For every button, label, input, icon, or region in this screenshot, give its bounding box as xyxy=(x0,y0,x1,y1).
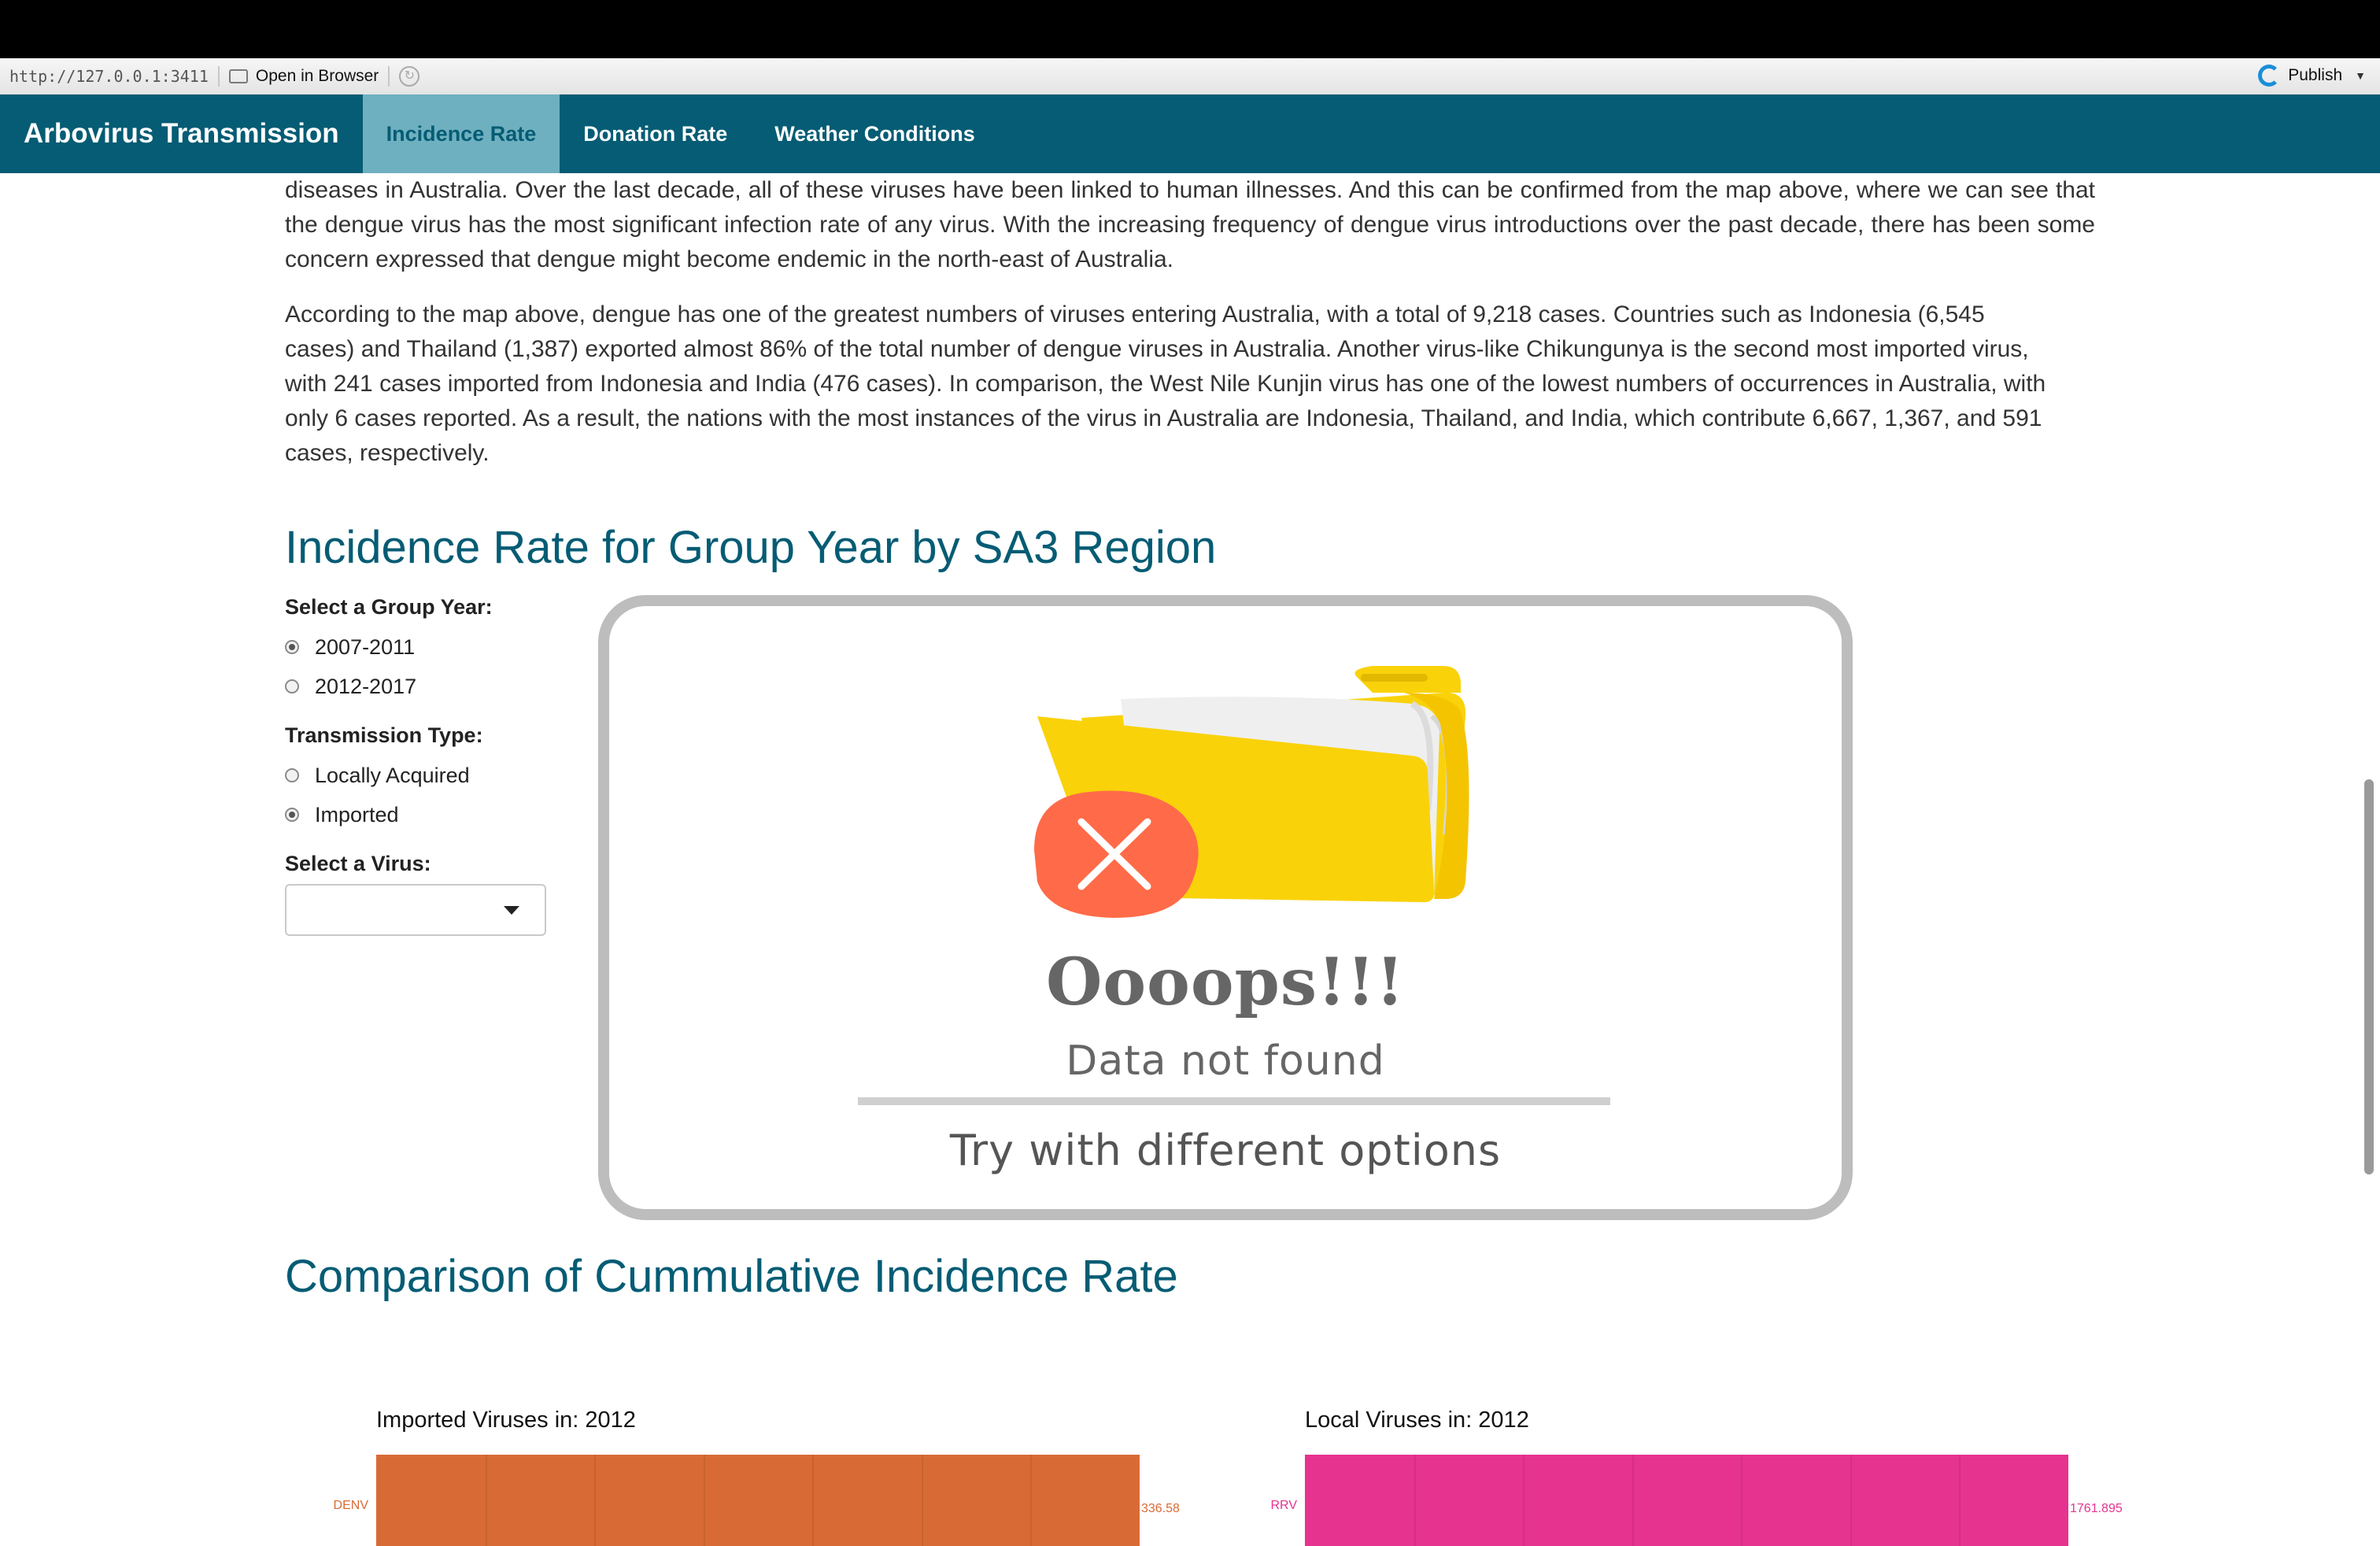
radio-selected-icon xyxy=(285,808,299,822)
radio-unselected-icon xyxy=(285,768,299,782)
radio-transmission-locally-acquired[interactable]: Locally Acquired xyxy=(285,756,552,795)
intro-paragraph-2: According to the map above, dengue has o… xyxy=(285,301,2046,466)
radio-label: 2007-2011 xyxy=(315,634,416,659)
gridline xyxy=(1632,1455,1634,1546)
value-label: 336.58 xyxy=(1141,1502,1180,1515)
publish-label: Publish xyxy=(2288,66,2343,84)
chevron-down-icon: ▼ xyxy=(2355,69,2366,82)
category-label: RRV xyxy=(1270,1499,1298,1512)
missing-folder-illustration xyxy=(1034,666,1469,918)
radio-label: 2012-2017 xyxy=(315,674,417,698)
gridline xyxy=(594,1455,597,1546)
tab-incidence-rate[interactable]: Incidence Rate xyxy=(362,94,560,173)
open-in-browser-label: Open in Browser xyxy=(255,67,379,85)
radio-label: Imported xyxy=(315,802,399,827)
viewer-toolbar: http://127.0.0.1:3411 Open in Browser ↻ … xyxy=(0,58,2380,95)
gridline xyxy=(1414,1455,1416,1546)
virus-select-label: Select a Virus: xyxy=(285,852,431,875)
gridline xyxy=(921,1455,923,1546)
caret-down-icon xyxy=(504,906,519,915)
gridline xyxy=(1850,1455,1852,1546)
data-not-found-card: Oooops!!! Data not found Try with differ… xyxy=(598,595,1853,1220)
intro-paragraph-1: diseases in Australia. Over the last dec… xyxy=(285,177,2095,272)
tab-donation-rate[interactable]: Donation Rate xyxy=(560,94,751,173)
oops-divider xyxy=(858,1097,1610,1105)
section-title-incidence: Incidence Rate for Group Year by SA3 Reg… xyxy=(285,522,1217,573)
section-title-comparison: Comparison of Cummulative Incidence Rate xyxy=(285,1251,1178,1302)
gridline xyxy=(1959,1455,1961,1546)
gridline xyxy=(703,1455,705,1546)
chart-local-viruses: RRV 1761.895 xyxy=(1271,1455,2123,1546)
gridline xyxy=(812,1455,815,1546)
transmission-type-label: Transmission Type: xyxy=(285,723,483,747)
page-scrollbar[interactable] xyxy=(2364,779,2374,1174)
bar-rrv xyxy=(1305,1455,2068,1546)
chart-title-local: Local Viruses in: 2012 xyxy=(1305,1407,1529,1433)
value-label: 1761.895 xyxy=(2070,1502,2123,1515)
virus-select[interactable] xyxy=(285,884,546,936)
gridline xyxy=(1523,1455,1525,1546)
chart-imported-viruses: DENV 336.58 xyxy=(334,1455,1180,1546)
oops-title: Oooops!!! xyxy=(1046,945,1405,1020)
gridline xyxy=(1741,1455,1743,1546)
gridline xyxy=(485,1455,487,1546)
refresh-icon[interactable]: ↻ xyxy=(399,66,420,87)
category-label: DENV xyxy=(333,1499,368,1512)
controls-sidebar: Select a Group Year: 2007-2011 2012-2017… xyxy=(285,595,552,936)
radio-transmission-imported[interactable]: Imported xyxy=(285,795,552,834)
radio-unselected-icon xyxy=(285,679,299,693)
toolbar-divider xyxy=(388,66,390,87)
bar-denv xyxy=(376,1455,1140,1546)
gridline xyxy=(1030,1455,1033,1546)
oops-subtitle: Data not found xyxy=(1066,1037,1385,1085)
folder-tab-handle xyxy=(1361,674,1428,682)
open-window-icon xyxy=(228,69,248,83)
chart-title-imported: Imported Viruses in: 2012 xyxy=(376,1407,636,1433)
intro-text: diseases in Australia. Over the last dec… xyxy=(285,173,2095,471)
radio-group-year-2012-2017[interactable]: 2012-2017 xyxy=(285,667,552,706)
viewer-url: http://127.0.0.1:3411 xyxy=(9,67,209,86)
oops-hint: Try with different options xyxy=(949,1126,1502,1175)
tab-weather-conditions[interactable]: Weather Conditions xyxy=(751,94,999,173)
group-year-label: Select a Group Year: xyxy=(285,595,493,619)
publish-icon xyxy=(2258,65,2281,87)
window-titlebar xyxy=(0,0,2380,58)
open-in-browser-button[interactable]: Open in Browser xyxy=(228,67,379,86)
app-brand[interactable]: Arbovirus Transmission xyxy=(0,94,363,173)
toolbar-divider xyxy=(217,66,220,87)
publish-button[interactable]: Publish ▼ xyxy=(2258,65,2366,87)
navbar: Arbovirus Transmission Incidence Rate Do… xyxy=(0,94,2380,173)
radio-selected-icon xyxy=(285,640,299,654)
radio-group-year-2007-2011[interactable]: 2007-2011 xyxy=(285,627,552,667)
radio-label: Locally Acquired xyxy=(315,763,470,787)
